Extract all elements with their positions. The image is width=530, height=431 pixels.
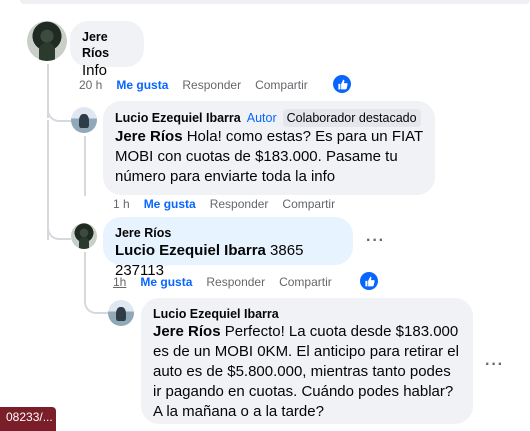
- avatar[interactable]: [71, 107, 97, 133]
- reply-button[interactable]: Responder: [206, 275, 265, 289]
- comment-text: Jere Ríos Hola! como estas? Es para un F…: [115, 127, 423, 187]
- contributor-badge: Colaborador destacado: [282, 109, 421, 127]
- comment-bubble: Lucio Ezequiel Ibarra Autor Colaborador …: [103, 101, 435, 195]
- mention-link[interactable]: Jere Ríos: [153, 323, 221, 340]
- comment-bubble: Lucio Ezequiel Ibarra Jere Ríos Perfecto…: [141, 298, 473, 424]
- thread-line: [84, 136, 86, 196]
- thumbs-up-icon[interactable]: [333, 75, 351, 93]
- comment-actions: 1h Me gusta Responder Compartir: [113, 274, 332, 290]
- top-divider: [0, 0, 530, 6]
- comment-author[interactable]: Lucio Ezequiel Ibarra: [153, 306, 461, 322]
- mention-link[interactable]: Jere Ríos: [115, 128, 183, 145]
- comment-actions: 20 h Me gusta Responder Compartir: [79, 77, 308, 93]
- comment-author-row: Lucio Ezequiel Ibarra Autor Colaborador …: [115, 109, 423, 127]
- thread-connector: [47, 218, 71, 240]
- mention-link[interactable]: Lucio Ezequiel Ibarra: [115, 242, 266, 259]
- thread-connector: [84, 290, 110, 314]
- comment-text: Jere Ríos Perfecto! La cuota desde $183.…: [153, 322, 461, 422]
- comment-bubble: Jere Ríos Lucio Ezequiel Ibarra 3865 237…: [103, 217, 353, 279]
- comment-time[interactable]: 1 h: [113, 197, 130, 211]
- like-button[interactable]: Me gusta: [140, 275, 192, 289]
- avatar[interactable]: [108, 300, 134, 326]
- more-icon[interactable]: ···: [366, 232, 385, 250]
- avatar[interactable]: [27, 21, 67, 61]
- comment-author[interactable]: Lucio Ezequiel Ibarra: [115, 110, 241, 126]
- thread-connector: [47, 100, 71, 122]
- comment-author[interactable]: Jere Ríos: [82, 29, 132, 61]
- like-button[interactable]: Me gusta: [144, 197, 196, 211]
- reply-button[interactable]: Responder: [210, 197, 269, 211]
- share-button[interactable]: Compartir: [255, 78, 308, 92]
- more-icon[interactable]: ···: [485, 356, 504, 374]
- like-button[interactable]: Me gusta: [116, 78, 168, 92]
- comment-time[interactable]: 1h: [113, 275, 126, 289]
- avatar[interactable]: [71, 223, 97, 249]
- share-button[interactable]: Compartir: [279, 275, 332, 289]
- share-button[interactable]: Compartir: [282, 197, 335, 211]
- comment-time[interactable]: 20 h: [79, 78, 102, 92]
- thumbs-up-icon[interactable]: [360, 272, 378, 290]
- comment-author[interactable]: Jere Ríos: [115, 225, 341, 241]
- thread-line: [84, 252, 86, 292]
- reply-button[interactable]: Responder: [182, 78, 241, 92]
- comment-actions: 1 h Me gusta Responder Compartir: [113, 196, 335, 212]
- author-badge: Autor: [246, 111, 277, 125]
- bottom-tag: 08233/...: [0, 407, 56, 431]
- comment-bubble: Jere Ríos Info: [70, 21, 144, 79]
